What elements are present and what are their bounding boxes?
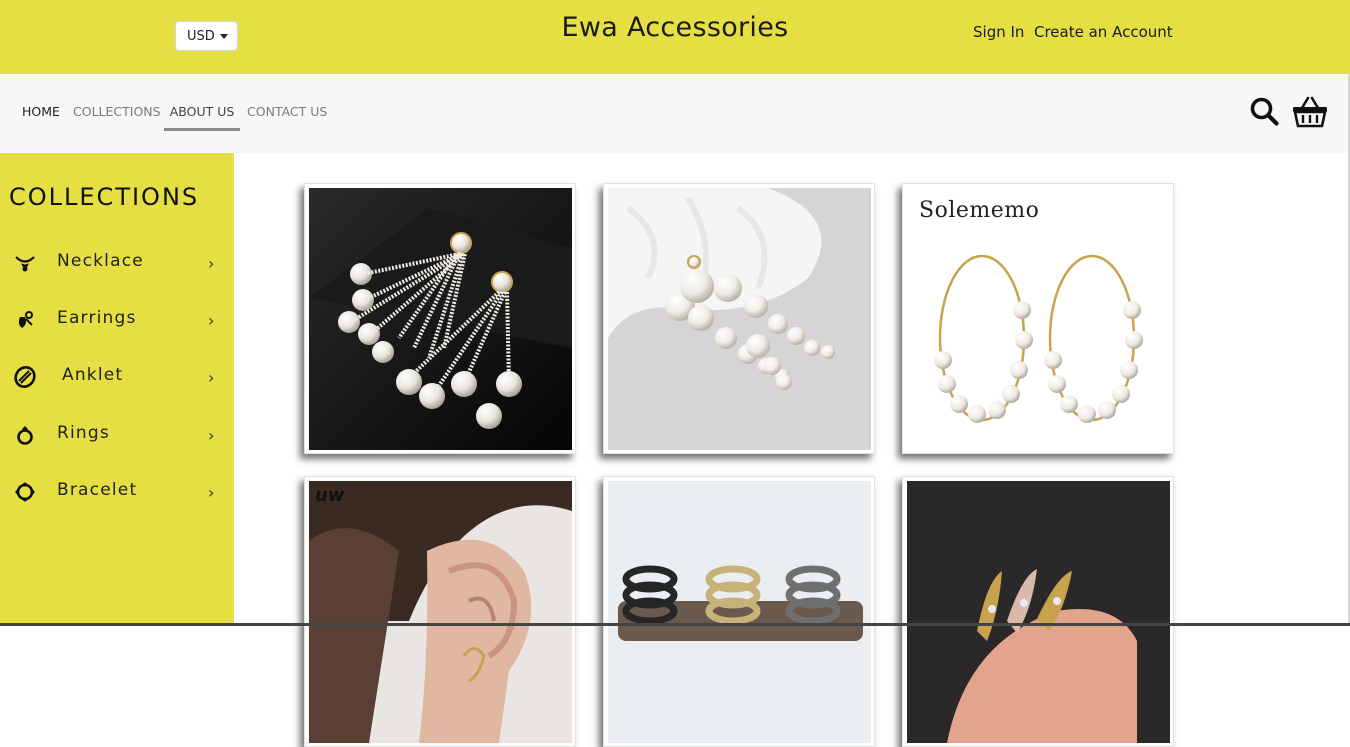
currency-select[interactable]: USD — [175, 21, 238, 51]
nav-about-us[interactable]: ABOUT US — [164, 104, 240, 131]
sidebar-item-label: Necklace — [57, 251, 144, 271]
sidebar-title: COLLECTIONS — [9, 183, 200, 211]
sidebar-item-label: Rings — [57, 423, 110, 443]
create-account-link[interactable]: Create an Account — [1034, 23, 1173, 41]
sidebar-item-bracelet[interactable]: Bracelet › — [0, 474, 234, 510]
sidebar-item-label: Bracelet — [57, 480, 138, 500]
currency-value: USD — [187, 28, 215, 44]
nav-contact-us[interactable]: CONTACT US — [247, 104, 327, 119]
anklet-icon — [14, 366, 36, 388]
product-image — [608, 481, 871, 743]
product-card[interactable]: uw — [304, 476, 576, 747]
product-image — [309, 188, 572, 450]
basket-icon[interactable] — [1292, 96, 1328, 128]
nav-home[interactable]: HOME — [22, 104, 60, 119]
top-bar: USD Ewa Accessories Sign In Create an Ac… — [0, 0, 1350, 74]
search-icon[interactable] — [1249, 96, 1279, 126]
sidebar-item-label: Earrings — [57, 308, 137, 328]
collections-sidebar: COLLECTIONS Necklace › Earrings › Anklet… — [0, 153, 234, 626]
necklace-icon — [15, 256, 35, 272]
chevron-right-icon: › — [208, 311, 215, 330]
chevron-right-icon: › — [208, 426, 215, 445]
chevron-right-icon: › — [208, 483, 215, 502]
brand-title[interactable]: Ewa Accessories — [562, 12, 789, 43]
ring-icon — [17, 426, 33, 445]
sign-in-link[interactable]: Sign In — [973, 23, 1024, 41]
earrings-icon — [18, 311, 33, 328]
product-card[interactable] — [603, 476, 875, 747]
product-image — [907, 188, 1170, 450]
sidebar-item-rings[interactable]: Rings › — [0, 417, 234, 453]
main-nav: HOME COLLECTIONS ABOUT US CONTACT US — [0, 74, 1350, 153]
product-card[interactable] — [304, 183, 576, 454]
sidebar-item-anklet[interactable]: Anklet › — [0, 359, 234, 395]
product-brand-mark: uw — [315, 485, 345, 506]
bracelet-icon — [15, 482, 35, 502]
chevron-right-icon: › — [208, 254, 215, 273]
product-image — [608, 188, 871, 450]
sidebar-item-label: Anklet — [62, 365, 124, 385]
product-card[interactable] — [603, 183, 875, 454]
product-image — [309, 481, 572, 743]
product-image — [907, 481, 1170, 743]
sidebar-item-necklace[interactable]: Necklace › — [0, 245, 234, 281]
sidebar-item-earrings[interactable]: Earrings › — [0, 302, 234, 338]
nav-collections[interactable]: COLLECTIONS — [73, 104, 161, 119]
product-card[interactable] — [902, 476, 1174, 747]
caret-down-icon — [219, 33, 228, 39]
product-brand-mark: Solememo — [919, 198, 1040, 223]
chevron-right-icon: › — [208, 368, 215, 387]
product-card[interactable]: Solememo — [902, 183, 1174, 454]
